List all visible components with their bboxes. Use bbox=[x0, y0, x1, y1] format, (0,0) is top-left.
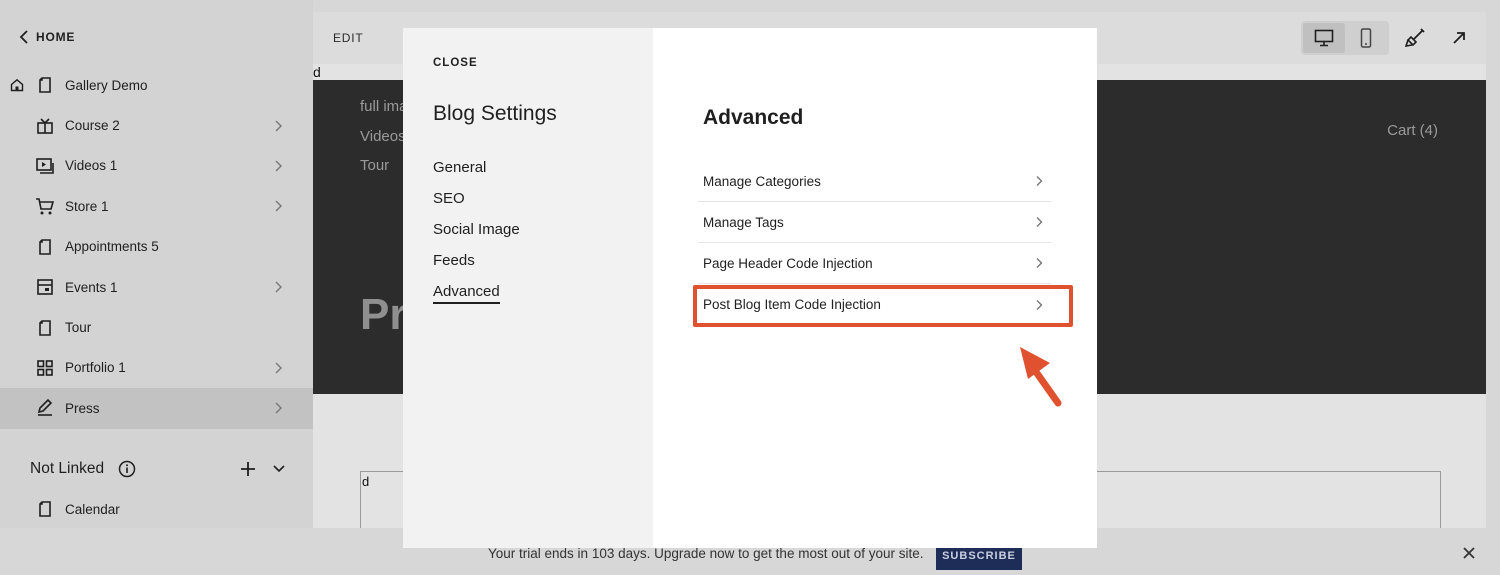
course-icon bbox=[37, 118, 53, 134]
settings-menu: General SEO Social Image Feeds Advanced bbox=[433, 158, 520, 313]
chevron-down-icon[interactable] bbox=[272, 464, 286, 474]
home-icon bbox=[10, 79, 24, 92]
annotation-arrow-icon bbox=[1020, 347, 1062, 407]
page-icon bbox=[39, 501, 51, 517]
sidebar-item-press[interactable]: Press bbox=[0, 388, 313, 429]
chevron-right-icon bbox=[1036, 258, 1043, 268]
sidebar-item-label: Videos 1 bbox=[65, 158, 118, 174]
chevron-right-icon bbox=[1036, 176, 1043, 186]
sidebar-item-label: Tour bbox=[65, 320, 92, 336]
grid-icon bbox=[37, 360, 53, 376]
row-label: Manage Categories bbox=[703, 173, 821, 189]
settings-nav-panel: CLOSE Blog Settings General SEO Social I… bbox=[403, 28, 653, 548]
menu-item-general[interactable]: General bbox=[433, 158, 520, 189]
add-page-icon[interactable] bbox=[240, 461, 256, 477]
device-toggle bbox=[1301, 21, 1389, 55]
row-page-header-code-injection[interactable]: Page Header Code Injection bbox=[698, 243, 1051, 284]
chevron-right-icon bbox=[275, 402, 282, 414]
sidebar-item-label: Course 2 bbox=[65, 118, 120, 134]
info-icon[interactable] bbox=[118, 460, 136, 478]
sidebar-item-gallery-demo[interactable]: Gallery Demo bbox=[0, 65, 313, 105]
calendar-icon bbox=[37, 279, 53, 295]
highlight-box bbox=[693, 285, 1073, 327]
cart-link[interactable]: Cart (4) bbox=[1387, 122, 1438, 139]
sidebar-item-calendar[interactable]: Calendar bbox=[0, 489, 313, 529]
sidebar-item-videos-1[interactable]: Videos 1 bbox=[0, 146, 313, 186]
trial-message: Your trial ends in 103 days. Upgrade now… bbox=[488, 546, 924, 561]
sidebar-item-portfolio-1[interactable]: Portfolio 1 bbox=[0, 348, 313, 388]
home-link[interactable]: HOME bbox=[18, 29, 75, 45]
sidebar-item-label: Appointments 5 bbox=[65, 239, 159, 255]
row-label: Manage Tags bbox=[703, 214, 784, 230]
row-manage-categories[interactable]: Manage Categories bbox=[698, 161, 1051, 202]
sidebar-item-label: Press bbox=[65, 400, 100, 416]
mobile-icon bbox=[1360, 28, 1372, 48]
block-text: d bbox=[362, 474, 370, 489]
sidebar-item-label: Portfolio 1 bbox=[65, 360, 126, 376]
paintbrush-icon[interactable] bbox=[1405, 28, 1425, 48]
row-label: Page Header Code Injection bbox=[703, 255, 873, 271]
page-icon bbox=[39, 319, 51, 336]
expand-icon[interactable] bbox=[1449, 28, 1469, 48]
chevron-right-icon bbox=[1036, 217, 1043, 227]
sidebar-item-label: Store 1 bbox=[65, 198, 109, 214]
desktop-view-button[interactable] bbox=[1303, 23, 1345, 53]
chevron-left-icon bbox=[19, 30, 28, 44]
chevron-right-icon bbox=[275, 200, 282, 212]
sidebar-item-course-2[interactable]: Course 2 bbox=[0, 105, 313, 145]
edit-button[interactable]: EDIT bbox=[333, 31, 364, 45]
home-label: HOME bbox=[36, 30, 76, 44]
mobile-view-button[interactable] bbox=[1345, 23, 1387, 53]
menu-item-advanced[interactable]: Advanced bbox=[433, 282, 520, 313]
sidebar-item-appointments-5[interactable]: Appointments 5 bbox=[0, 227, 313, 267]
hero-title: Pr bbox=[360, 290, 407, 339]
site-nav: full ima Videos Tour bbox=[360, 92, 408, 181]
pages-nav: Gallery Demo Course 2 Videos 1 Store 1 A… bbox=[0, 65, 313, 429]
stray-text: d bbox=[313, 64, 321, 80]
sidebar: HOME Gallery Demo Course 2 Videos 1 Stor… bbox=[0, 0, 313, 575]
sidebar-item-label: Events 1 bbox=[65, 279, 118, 295]
site-nav-item[interactable]: full ima bbox=[360, 92, 408, 122]
sidebar-item-tour[interactable]: Tour bbox=[0, 307, 313, 347]
row-manage-tags[interactable]: Manage Tags bbox=[698, 202, 1051, 243]
section-title: Advanced bbox=[703, 106, 804, 129]
sidebar-item-label: Calendar bbox=[65, 501, 120, 517]
chevron-right-icon bbox=[275, 160, 282, 172]
menu-item-seo[interactable]: SEO bbox=[433, 189, 520, 220]
section-title: Not Linked bbox=[30, 460, 105, 477]
chevron-right-icon bbox=[275, 120, 282, 132]
blog-icon bbox=[37, 399, 53, 417]
menu-item-feeds[interactable]: Feeds bbox=[433, 251, 520, 282]
desktop-icon bbox=[1314, 29, 1334, 47]
menu-item-social-image[interactable]: Social Image bbox=[433, 220, 520, 251]
cart-icon bbox=[36, 198, 55, 215]
page-icon bbox=[39, 238, 51, 255]
modal-title: Blog Settings bbox=[433, 102, 557, 125]
sidebar-item-label: Gallery Demo bbox=[65, 77, 148, 93]
sidebar-item-events-1[interactable]: Events 1 bbox=[0, 267, 313, 307]
close-icon[interactable] bbox=[1462, 546, 1476, 560]
chevron-right-icon bbox=[275, 362, 282, 374]
sidebar-item-store-1[interactable]: Store 1 bbox=[0, 186, 313, 226]
video-icon bbox=[36, 158, 54, 174]
page-icon bbox=[39, 77, 51, 93]
chevron-right-icon bbox=[275, 281, 282, 293]
site-nav-item[interactable]: Videos bbox=[360, 122, 408, 152]
not-linked-header: Not Linked bbox=[30, 458, 290, 480]
site-nav-item[interactable]: Tour bbox=[360, 151, 408, 181]
close-button[interactable]: CLOSE bbox=[433, 57, 478, 69]
